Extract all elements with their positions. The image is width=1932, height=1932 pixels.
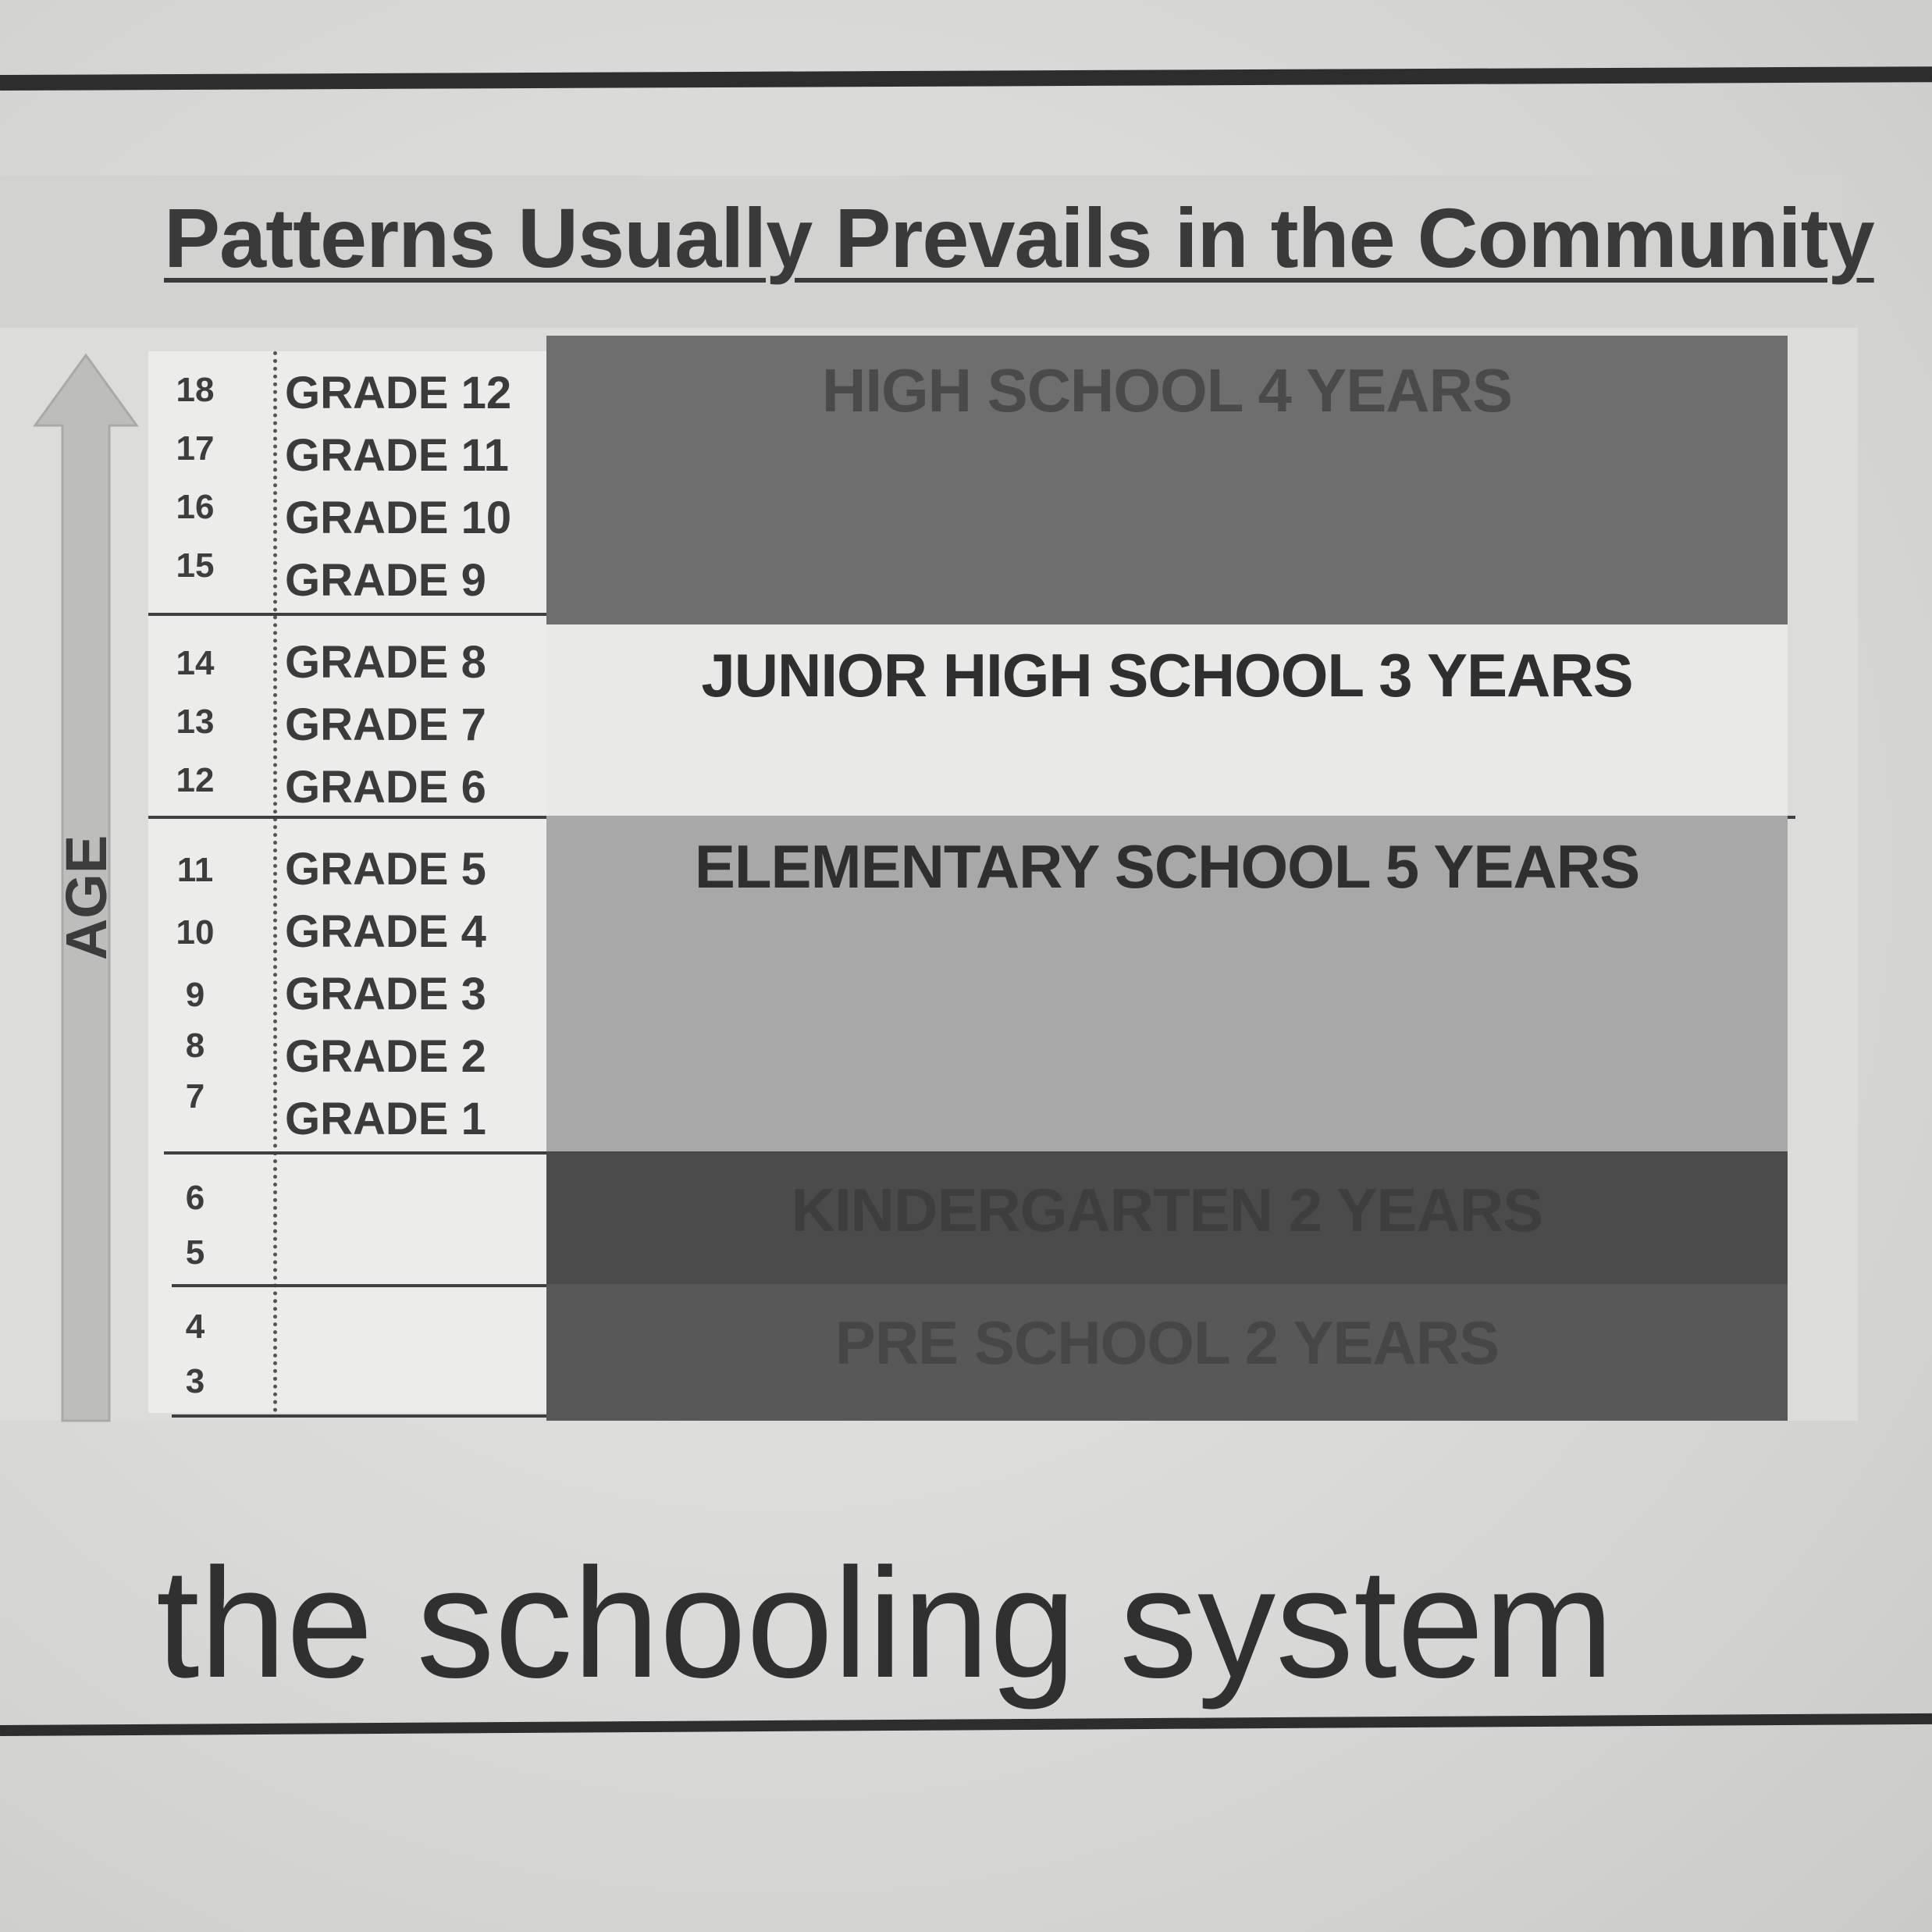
age-value: 9	[185, 976, 205, 1014]
age-value: 15	[176, 546, 215, 585]
band-kindergarten: KINDERGARTEN 2 YEARS	[546, 1151, 1788, 1284]
schooling-table: 18 17 16 15 14 13 12 11 10 9 8 7 6 5 4 3…	[148, 336, 1811, 1421]
band-label-high-school: HIGH SCHOOL 4 YEARS	[822, 356, 1513, 425]
age-value: 10	[176, 913, 215, 952]
band-junior-high: JUNIOR HIGH SCHOOL 3 YEARS	[546, 624, 1788, 816]
age-value: 12	[176, 761, 215, 799]
grade-label: GRADE 1	[285, 1094, 486, 1144]
age-axis-label: AGE	[53, 834, 119, 961]
caption: the schooling system	[156, 1536, 1614, 1710]
grade-label: GRADE 5	[285, 844, 486, 895]
age-value: 3	[185, 1362, 205, 1400]
grade-label: GRADE 7	[285, 699, 486, 750]
age-value: 4	[185, 1308, 205, 1346]
grade-label: GRADE 9	[285, 555, 486, 606]
age-value: 7	[185, 1077, 205, 1115]
age-value: 17	[176, 429, 215, 468]
age-value: 11	[176, 851, 214, 889]
band-elementary: ELEMENTARY SCHOOL 5 YEARS	[546, 816, 1788, 1151]
divider-elementary-kinder	[164, 1151, 554, 1155]
divider-high-junior	[148, 613, 554, 616]
divider-bottom	[172, 1414, 554, 1418]
age-value: 13	[176, 703, 215, 741]
grade-label: GRADE 4	[285, 906, 486, 957]
age-value: 5	[185, 1233, 205, 1272]
age-value: 14	[176, 644, 215, 682]
grade-label: GRADE 6	[285, 762, 486, 813]
band-label-junior-high: JUNIOR HIGH SCHOOL 3 YEARS	[701, 641, 1633, 710]
grade-label: GRADE 2	[285, 1031, 486, 1082]
grade-column-divider	[273, 351, 277, 1413]
figure-title: Patterns Usually Prevails in the Communi…	[164, 190, 1875, 285]
grade-label: GRADE 3	[285, 969, 486, 1019]
grade-label: GRADE 10	[285, 493, 512, 543]
band-preschool: PRE SCHOOL 2 YEARS	[546, 1284, 1788, 1421]
age-value: 8	[185, 1026, 205, 1065]
divider-kinder-preschool	[172, 1284, 554, 1287]
age-value: 18	[176, 371, 215, 409]
band-high-school: HIGH SCHOOL 4 YEARS	[546, 336, 1788, 624]
grade-label: GRADE 11	[285, 430, 509, 481]
band-label-elementary: ELEMENTARY SCHOOL 5 YEARS	[694, 832, 1640, 901]
band-label-preschool: PRE SCHOOL 2 YEARS	[834, 1308, 1500, 1377]
age-value: 16	[176, 488, 215, 526]
age-value: 6	[185, 1179, 205, 1217]
grade-label: GRADE 8	[285, 637, 486, 688]
grade-label: GRADE 12	[285, 368, 512, 418]
band-label-kindergarten: KINDERGARTEN 2 YEARS	[791, 1176, 1543, 1244]
